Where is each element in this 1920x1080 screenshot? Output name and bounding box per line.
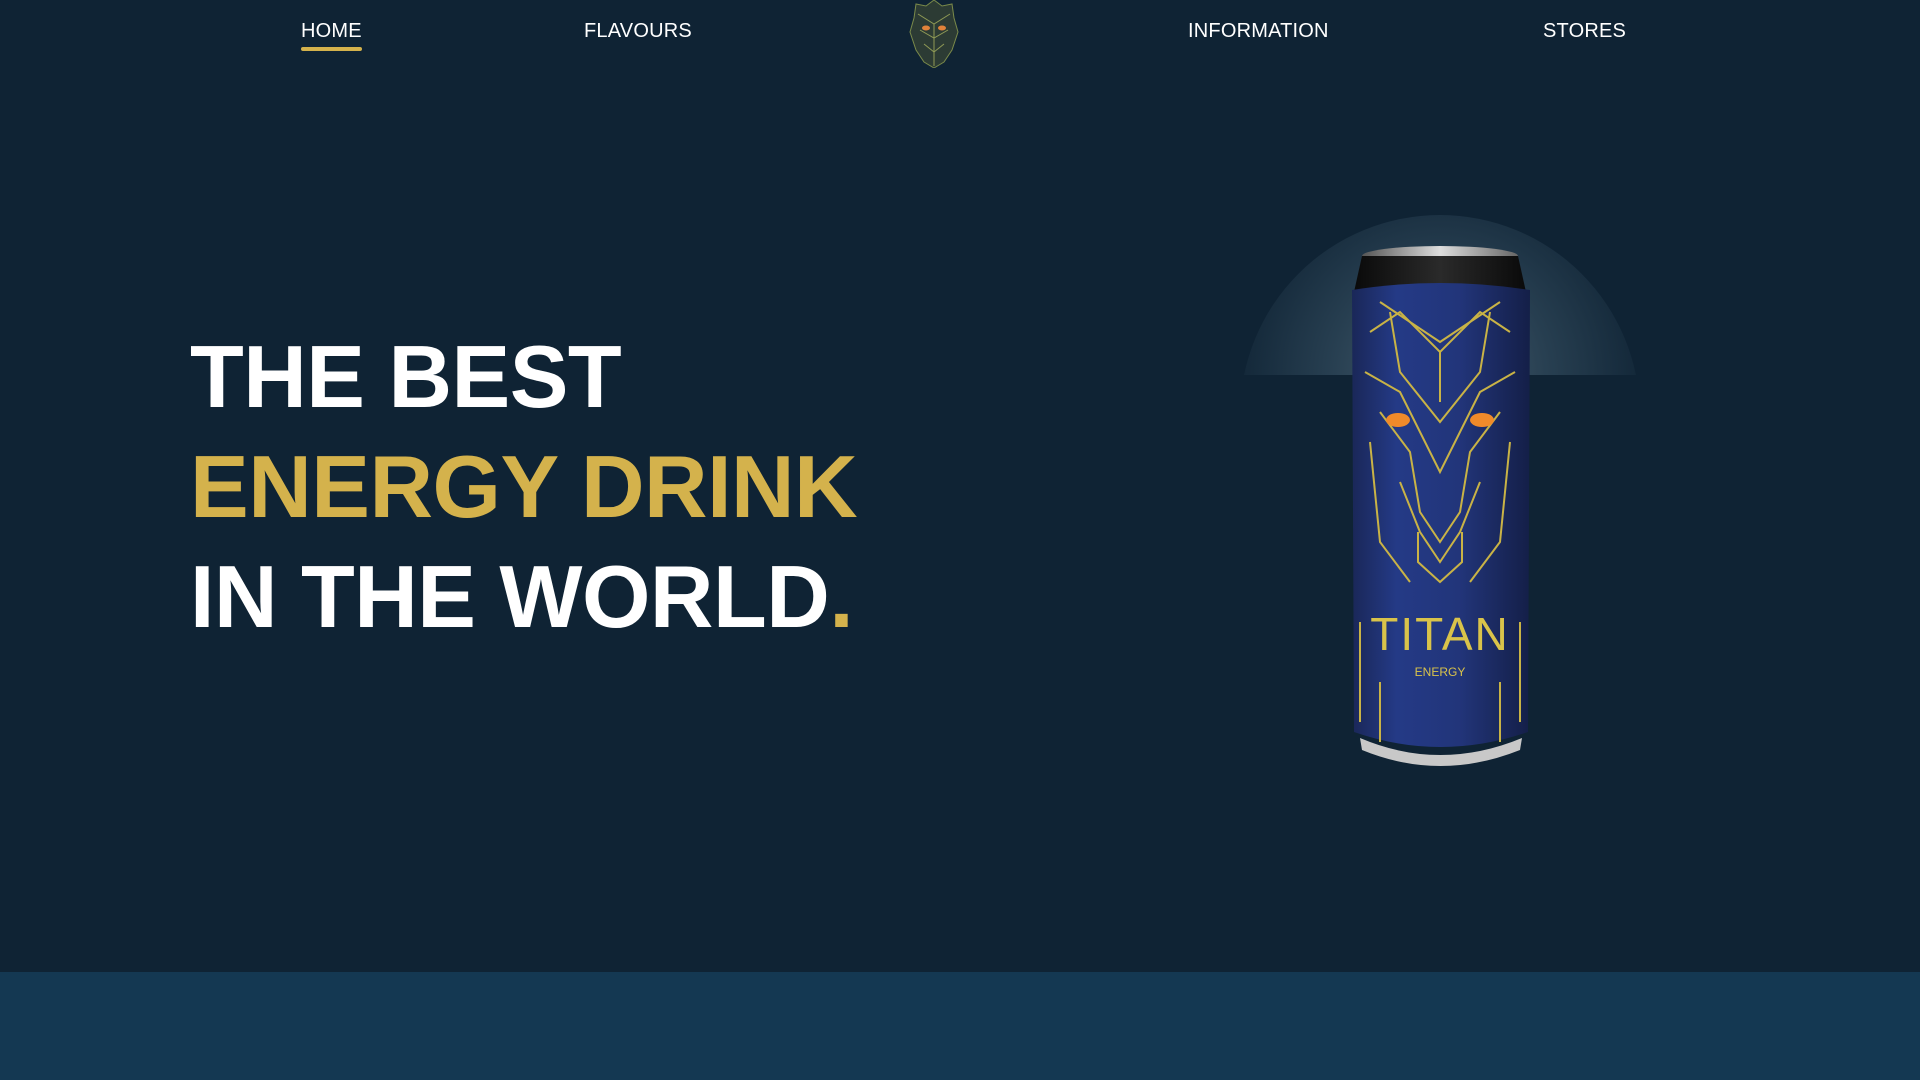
hero-line-3-wrap: IN THE WORLD. — [190, 542, 857, 652]
page: HOME FLAVOURS INFORMATION STORES THE BES… — [0, 0, 1920, 1080]
hero-period: . — [829, 547, 854, 646]
nav-information-link[interactable]: INFORMATION — [1188, 20, 1329, 43]
nav-stores-link[interactable]: STORES — [1543, 20, 1626, 43]
hero-line-1: THE BEST — [190, 327, 622, 426]
can-subtitle-text: ENERGY — [1415, 665, 1466, 679]
hero-headline: THE BEST ENERGY DRINK IN THE WORLD. — [190, 322, 858, 652]
hero-line-3: IN THE WORLD — [190, 547, 830, 646]
can-brand-text: TITAN — [1370, 608, 1509, 660]
nav-home-link[interactable]: HOME — [301, 20, 362, 51]
nav-flavours-link[interactable]: FLAVOURS — [584, 20, 692, 43]
titan-mask-logo-icon[interactable] — [908, 0, 960, 69]
next-section-band — [0, 972, 1920, 1080]
hero-line-2: ENERGY DRINK — [190, 437, 858, 536]
top-nav: HOME FLAVOURS INFORMATION STORES — [0, 0, 1920, 70]
product-can-image: TITAN ENERGY — [1340, 242, 1540, 772]
